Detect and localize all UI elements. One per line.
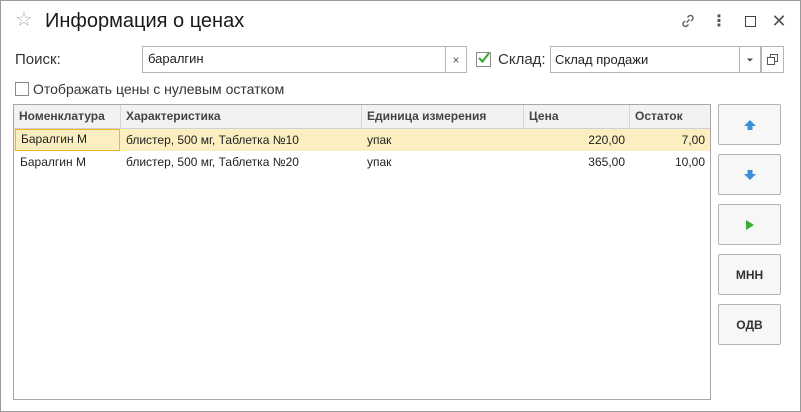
table-row[interactable]: Баралгин М блистер, 500 мг, Таблетка №20… (14, 151, 710, 173)
search-clear-icon[interactable]: × (445, 46, 467, 73)
table-cell[interactable]: 220,00 (524, 129, 630, 151)
table-cell[interactable]: упак (362, 151, 524, 173)
table-cell[interactable]: 7,00 (630, 129, 710, 151)
search-input[interactable] (143, 47, 438, 70)
sklad-checkbox[interactable] (476, 52, 491, 67)
sklad-label: Склад: (498, 51, 546, 68)
table-cell[interactable]: 10,00 (630, 151, 710, 173)
mnn-button[interactable]: МНН (718, 254, 781, 295)
table-row[interactable]: Баралгин М блистер, 500 мг, Таблетка №10… (14, 129, 710, 151)
column-header-price[interactable]: Цена (524, 105, 630, 128)
link-icon[interactable] (677, 10, 699, 32)
column-header-characteristic[interactable]: Характеристика (121, 105, 362, 128)
table-cell[interactable]: блистер, 500 мг, Таблетка №10 (121, 129, 362, 151)
play-icon (745, 219, 754, 230)
title-bar: ☆ Информация о ценах ⋮ ✕ (1, 1, 800, 41)
table-cell[interactable]: блистер, 500 мг, Таблетка №20 (121, 151, 362, 173)
price-table: Номенклатура Характеристика Единица изме… (13, 104, 711, 400)
open-window-icon[interactable] (761, 46, 784, 73)
sklad-select[interactable]: Склад продажи (550, 46, 743, 73)
close-icon[interactable]: ✕ (768, 10, 790, 32)
more-menu-icon[interactable]: ⋮ (708, 10, 730, 32)
arrow-up-icon (743, 119, 756, 130)
dropdown-arrow-icon[interactable] (739, 46, 761, 73)
arrow-down-icon (743, 169, 756, 180)
price-info-window: ☆ Информация о ценах ⋮ ✕ Поиск: × Склад:… (0, 0, 801, 412)
window-title: Информация о ценах (45, 10, 245, 32)
table-cell[interactable]: Баралгин М (15, 129, 120, 151)
table-cell[interactable]: Баралгин М (15, 151, 120, 173)
odv-button[interactable]: ОДВ (718, 304, 781, 345)
move-up-button[interactable] (718, 104, 781, 145)
table-cell[interactable]: упак (362, 129, 524, 151)
zero-stock-checkbox[interactable] (15, 82, 29, 96)
table-cell[interactable]: 365,00 (524, 151, 630, 173)
search-field[interactable] (142, 46, 446, 73)
run-button[interactable] (718, 204, 781, 245)
maximize-icon[interactable] (739, 10, 761, 32)
zero-stock-label: Отображать цены с нулевым остатком (33, 81, 285, 97)
table-header: Номенклатура Характеристика Единица изме… (14, 105, 710, 129)
column-header-stock[interactable]: Остаток (630, 105, 710, 128)
search-label: Поиск: (15, 51, 61, 68)
move-down-button[interactable] (718, 154, 781, 195)
column-header-unit[interactable]: Единица измерения (362, 105, 524, 128)
column-header-nomenclature[interactable]: Номенклатура (14, 105, 121, 128)
favorite-star-icon[interactable]: ☆ (15, 10, 33, 30)
